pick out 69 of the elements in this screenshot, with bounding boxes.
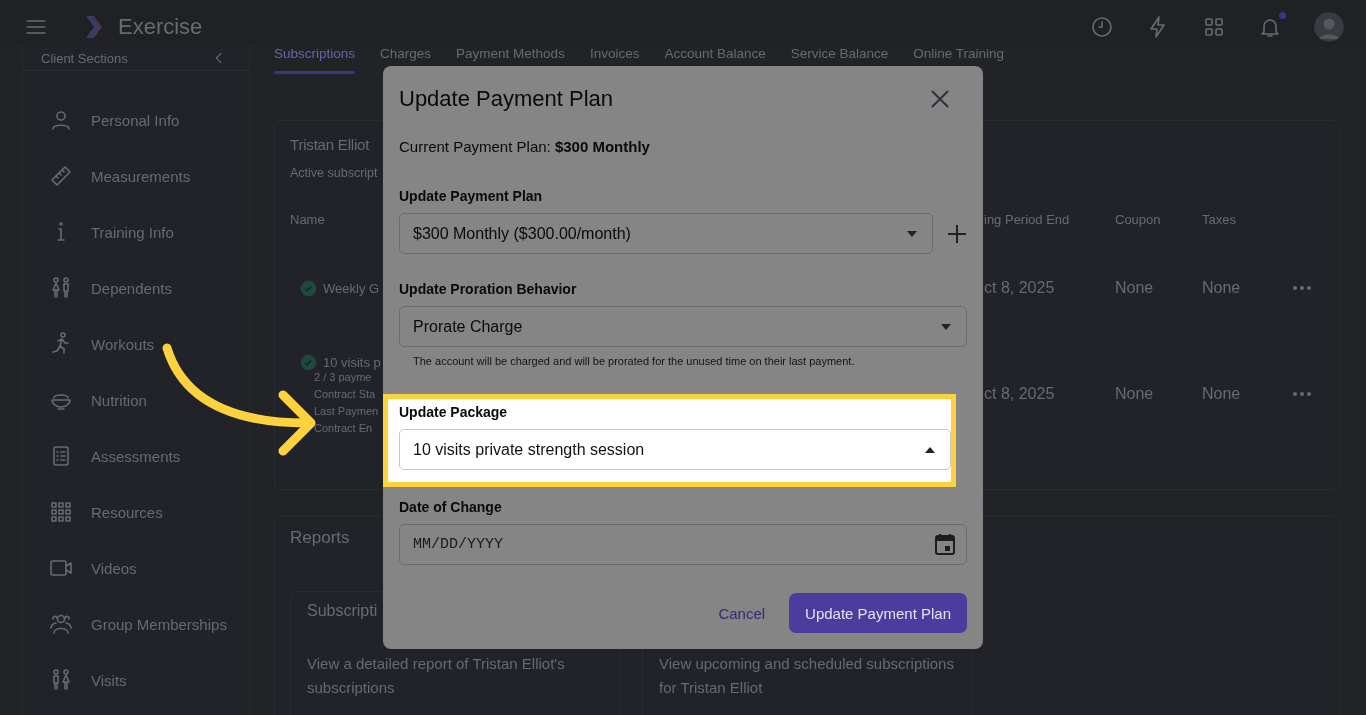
tab[interactable]: Online Training	[913, 46, 1005, 61]
sidebar-item[interactable]: Dependents	[91, 279, 172, 297]
app-title: Exercise	[118, 14, 203, 40]
select-field[interactable]: $300 Monthly ($300.00/month)	[399, 213, 933, 254]
dialog-title: Update Payment Plan	[399, 86, 614, 112]
helper-text: The account will be charged and will be prorated for the unused time on their last payment.	[413, 355, 856, 367]
person-icon	[49, 108, 73, 132]
column-header: ing Period End	[984, 212, 1070, 227]
more-icon[interactable]	[1292, 285, 1312, 291]
tab[interactable]: Invoices	[589, 46, 640, 61]
sidebar-item[interactable]: Workouts	[91, 335, 155, 353]
sidebar-heading: Client Sections	[41, 50, 128, 66]
card-title: Tristan Elliot	[290, 136, 370, 153]
subscription-name: 10 visits p	[323, 355, 381, 370]
submit-button[interactable]: Update Payment Plan	[789, 593, 967, 633]
field-label: Update Proration Behavior	[399, 281, 577, 297]
table-cell: ct 8, 2025	[984, 279, 1055, 297]
field-label: Update Payment Plan	[399, 188, 543, 204]
clock-icon[interactable]	[1090, 15, 1114, 39]
tab[interactable]: Service Balance	[790, 46, 889, 61]
select-field[interactable]: Prorate Charge	[399, 306, 967, 347]
field-label: Date of Change	[399, 499, 502, 515]
table-cell: ct 8, 2025	[984, 385, 1055, 403]
table-cell: None	[1115, 385, 1154, 403]
current-plan-text: Current Payment Plan: $300 Monthly	[399, 138, 651, 155]
table-cell: None	[1115, 279, 1154, 297]
tab[interactable]: Account Balance	[664, 46, 766, 61]
field-label: Update Package	[399, 404, 508, 420]
sidebar-item[interactable]: Personal Info	[91, 111, 180, 129]
sidebar-item[interactable]: Measurements	[91, 167, 191, 185]
sidebar-item[interactable]: Resources	[91, 503, 163, 521]
avatar-icon[interactable]	[1314, 12, 1344, 42]
tab[interactable]: Charges	[380, 46, 432, 61]
select-field[interactable]: 10 visits private strength session	[399, 429, 951, 470]
sidebar-item[interactable]: Group Memberships	[91, 615, 227, 633]
more-icon[interactable]	[1292, 391, 1312, 397]
column-header: Taxes	[1202, 212, 1236, 227]
tab[interactable]: Subscriptions	[274, 46, 356, 61]
column-header: Name	[290, 212, 325, 227]
ruler-icon	[49, 164, 73, 188]
column-header: Coupon	[1115, 212, 1161, 227]
dots-grid-icon	[49, 500, 73, 524]
close-icon[interactable]	[931, 90, 949, 108]
group-icon	[49, 612, 73, 636]
subscription-name: Weekly G	[323, 280, 380, 296]
check-circle-icon	[300, 354, 317, 371]
subscription-detail: Contract Sta	[314, 388, 377, 400]
sidebar-item[interactable]: Nutrition	[91, 391, 147, 409]
table-cell: None	[1202, 279, 1241, 297]
report-description: View a detailed report of Tristan Elliot's subscriptions	[307, 654, 566, 698]
date-field[interactable]: MM/DD/YYYY	[399, 524, 967, 565]
section-title: Reports	[290, 528, 350, 548]
table-cell: None	[1202, 385, 1241, 403]
report-description: View upcoming and scheduled subscriptions for Tristan Elliot	[659, 654, 955, 698]
report-title: Subscripti	[307, 602, 378, 619]
tab[interactable]: Payment Methods	[456, 46, 565, 61]
plus-icon[interactable]	[947, 223, 967, 244]
sidebar-item[interactable]: Assessments	[91, 447, 181, 465]
sidebar-item[interactable]: Visits	[91, 671, 127, 689]
card-subtitle: Active subscript	[290, 166, 378, 180]
subscription-detail: 2 / 3 payme	[314, 371, 373, 383]
calendar-icon[interactable]	[935, 533, 955, 555]
grid-icon[interactable]	[1202, 15, 1226, 39]
sidebar-item[interactable]: Training Info	[91, 223, 174, 241]
sidebar-item[interactable]: Videos	[91, 559, 137, 577]
check-circle-icon	[300, 279, 317, 297]
subscription-detail: Last Paymen	[314, 405, 380, 417]
subscription-detail: Contract En	[314, 422, 374, 434]
cancel-button[interactable]: Cancel	[714, 598, 770, 628]
